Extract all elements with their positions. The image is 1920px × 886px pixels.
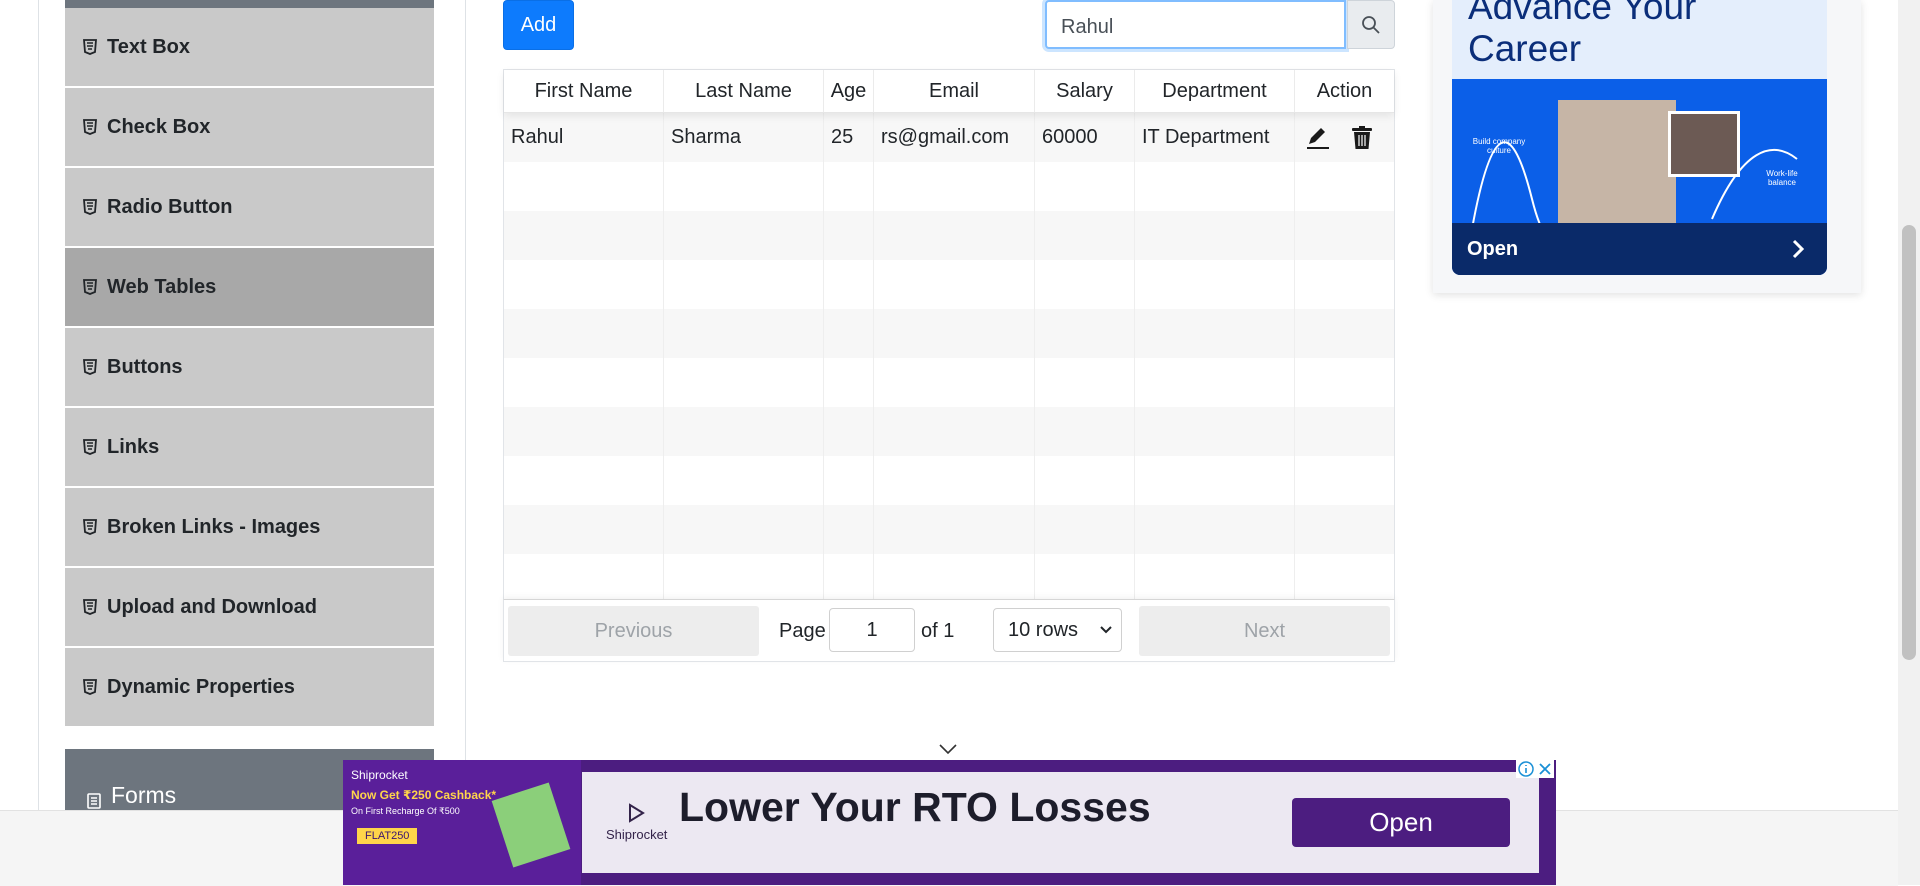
shiprocket-logo-icon xyxy=(629,803,645,823)
ad-career-banner[interactable]: Advance Your Career Build company cultur… xyxy=(1433,0,1861,293)
sidebar-item-label: Check Box xyxy=(107,115,211,138)
ad-cta-bar[interactable]: Open xyxy=(1452,223,1827,275)
forms-group-label: Forms xyxy=(111,782,177,808)
table-row-empty xyxy=(504,505,1394,554)
search-icon xyxy=(1362,15,1380,34)
sidebar: Text Box Check Box Radio Button Web Tabl… xyxy=(65,0,434,728)
table-row-empty xyxy=(504,358,1394,407)
cell-department: IT Department xyxy=(1135,113,1295,162)
expand-chevron-icon[interactable] xyxy=(938,742,958,760)
column-header: Action xyxy=(1316,79,1373,102)
html5-icon xyxy=(83,359,97,375)
edit-pencil-icon[interactable] xyxy=(1305,126,1329,150)
sidebar-item-check-box[interactable]: Check Box xyxy=(65,88,434,166)
vertical-scrollbar[interactable] xyxy=(1898,0,1920,885)
sidebar-item-label: Upload and Download xyxy=(107,595,317,618)
ad-brand-logo: Shiprocket xyxy=(606,802,667,842)
ad-headline: Advance Your Career xyxy=(1468,0,1697,69)
sidebar-item-web-tables[interactable]: Web Tables xyxy=(65,248,434,326)
ad-offer-panel: Shiprocket Now Get ₹250 Cashback* On Fir… xyxy=(343,760,581,885)
cell-salary: 60000 xyxy=(1035,113,1135,162)
delete-trash-icon[interactable] xyxy=(1351,125,1373,150)
column-header[interactable]: First Name xyxy=(504,70,664,112)
ad-headline: Lower Your RTO Losses xyxy=(679,784,1151,830)
ad-open-button[interactable]: Open xyxy=(1292,798,1510,847)
page-label: Page xyxy=(779,620,826,642)
cell-age: 25 xyxy=(824,113,874,162)
table-header: First Name Last Name Age Email Salary De… xyxy=(504,70,1394,113)
web-table: First Name Last Name Age Email Salary De… xyxy=(503,69,1395,600)
html5-icon xyxy=(83,199,97,215)
document-icon xyxy=(87,793,101,809)
sidebar-item-links[interactable]: Links xyxy=(65,408,434,486)
page-total-label: of 1 xyxy=(921,620,955,642)
elements-group-header[interactable] xyxy=(65,0,434,8)
chevron-down-icon xyxy=(1100,626,1112,634)
ad-open-label: Open xyxy=(1467,238,1519,260)
search-input[interactable]: Rahul xyxy=(1045,0,1346,49)
ad-workspace-photo xyxy=(1668,111,1740,177)
column-header[interactable]: Age xyxy=(824,70,874,112)
ad-cash-graphic xyxy=(491,782,571,868)
ad-caption-left: Build company culture xyxy=(1472,137,1526,155)
ad-shiprocket-banner[interactable]: Shiprocket Now Get ₹250 Cashback* On Fir… xyxy=(343,760,1556,885)
sidebar-item-label: Links xyxy=(107,435,160,458)
column-header[interactable]: Department xyxy=(1135,70,1295,112)
add-button[interactable]: Add xyxy=(503,0,574,50)
sidebar-item-label: Dynamic Properties xyxy=(107,675,295,698)
sidebar-item-label: Buttons xyxy=(107,355,183,378)
column-header[interactable]: Last Name xyxy=(664,70,824,112)
table-row: Rahul Sharma 25 rs@gmail.com 60000 IT De… xyxy=(504,113,1394,162)
sidebar-item-text-box[interactable]: Text Box xyxy=(65,8,434,86)
cell-email: rs@gmail.com xyxy=(874,113,1035,162)
cell-last-name: Sharma xyxy=(664,113,824,162)
rows-per-page-select[interactable]: 10 rows xyxy=(993,608,1122,652)
rows-per-page-value: 10 rows xyxy=(1008,618,1079,641)
ad-offer-line1: Now Get ₹250 Cashback* xyxy=(351,788,497,802)
html5-icon xyxy=(83,439,97,455)
table-row-empty xyxy=(504,162,1394,211)
sidebar-item-radio-button[interactable]: Radio Button xyxy=(65,168,434,246)
page-number-input[interactable]: 1 xyxy=(829,608,915,652)
html5-icon xyxy=(83,679,97,695)
html5-icon xyxy=(83,599,97,615)
html5-icon xyxy=(83,279,97,295)
next-button[interactable]: Next xyxy=(1139,606,1390,656)
close-icon[interactable] xyxy=(1537,761,1553,777)
previous-button[interactable]: Previous xyxy=(508,606,759,656)
sidebar-item-upload-download[interactable]: Upload and Download xyxy=(65,568,434,646)
sidebar-item-dynamic-properties[interactable]: Dynamic Properties xyxy=(65,648,434,726)
html5-icon xyxy=(83,519,97,535)
sidebar-item-label: Text Box xyxy=(107,35,190,58)
table-row-empty xyxy=(504,407,1394,456)
table-row-empty xyxy=(504,260,1394,309)
html5-icon xyxy=(83,119,97,135)
ad-image-area: Build company culture Work-life balance … xyxy=(1452,79,1827,275)
table-row-empty xyxy=(504,309,1394,358)
ad-offer-line2: On First Recharge Of ₹500 xyxy=(351,806,460,816)
cell-first-name: Rahul xyxy=(504,113,664,162)
chevron-right-icon xyxy=(1792,239,1805,259)
html5-icon xyxy=(83,39,97,55)
scrollbar-thumb[interactable] xyxy=(1902,225,1916,660)
sidebar-item-broken-links[interactable]: Broken Links - Images xyxy=(65,488,434,566)
sidebar-item-label: Broken Links - Images xyxy=(107,515,321,538)
cell-action xyxy=(1295,113,1394,162)
ad-promo-code: FLAT250 xyxy=(357,828,418,844)
sidebar-item-label: Web Tables xyxy=(107,275,217,298)
column-header[interactable]: Email xyxy=(874,70,1035,112)
sidebar-item-buttons[interactable]: Buttons xyxy=(65,328,434,406)
ad-caption-right: Work-life balance xyxy=(1766,169,1798,187)
sidebar-item-label: Radio Button xyxy=(107,195,233,218)
info-icon[interactable] xyxy=(1517,760,1535,778)
column-header[interactable]: Salary xyxy=(1035,70,1135,112)
pagination-bar: Previous Page 1 of 1 10 rows Next xyxy=(503,599,1395,662)
table-row-empty xyxy=(504,554,1394,599)
ad-brand-small: Shiprocket xyxy=(351,768,408,782)
ad-info-close[interactable] xyxy=(1516,760,1554,778)
search-button[interactable] xyxy=(1347,0,1395,49)
table-row-empty xyxy=(504,456,1394,505)
table-row-empty xyxy=(504,211,1394,260)
